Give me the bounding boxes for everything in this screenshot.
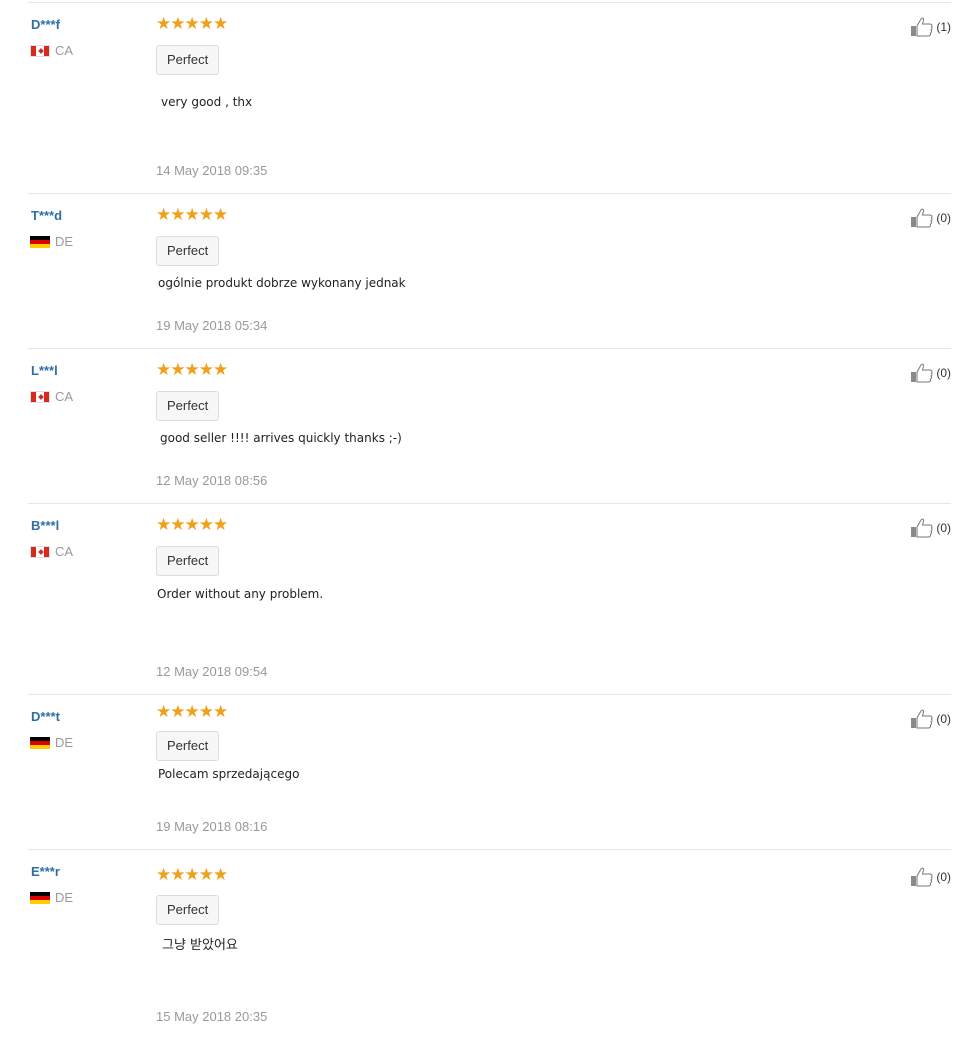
helpful-button[interactable]: (0) [910, 518, 951, 538]
rating-stars: ★★★★★ [156, 205, 228, 224]
flag-icon [30, 891, 50, 904]
review-date: 14 May 2018 09:35 [156, 163, 268, 178]
helpful-count: (0) [936, 712, 951, 726]
reviewer-country: DE [30, 234, 73, 249]
thumbs-up-icon [911, 867, 933, 887]
rating-stars: ★★★★★ [156, 702, 228, 721]
review-text: 그냥 받았어요 [162, 938, 238, 953]
reviewer-name[interactable]: D***t [31, 709, 60, 724]
flag-icon [30, 235, 50, 248]
reviewer-name[interactable]: D***f [31, 17, 60, 32]
reviewer-country: DE [30, 735, 73, 750]
review-date: 12 May 2018 08:56 [156, 473, 268, 488]
rating-stars: ★★★★★ [156, 360, 228, 379]
country-code: DE [55, 234, 74, 249]
reviewer-country: CA [30, 544, 73, 559]
helpful-button[interactable]: (0) [910, 363, 951, 383]
helpful-button[interactable]: (0) [910, 867, 951, 887]
review-text: Polecam sprzedającego [158, 767, 300, 781]
flag-icon [30, 390, 50, 403]
reviewer-country: CA [30, 389, 73, 404]
review-date: 15 May 2018 20:35 [156, 1009, 268, 1024]
review-text: ogólnie produkt dobrze wykonany jednak [158, 276, 406, 290]
review-text: very good , thx [161, 95, 253, 109]
review-item: B***l CA ★★★★★ Perfect Order without any… [28, 503, 951, 694]
review-date: 19 May 2018 05:34 [156, 318, 268, 333]
helpful-count: (0) [936, 366, 951, 380]
rating-stars: ★★★★★ [156, 865, 228, 884]
country-code: CA [55, 43, 74, 58]
reviewer-country: DE [30, 890, 73, 905]
country-code: CA [55, 389, 74, 404]
review-item: D***t DE ★★★★★ Perfect Polecam sprzedają… [28, 694, 951, 849]
reviewer-name[interactable]: E***r [31, 864, 60, 879]
helpful-count: (0) [936, 211, 951, 225]
reviewer-name[interactable]: B***l [31, 518, 59, 533]
feedback-tag: Perfect [156, 731, 220, 761]
country-code: CA [55, 544, 74, 559]
review-item: L***l CA ★★★★★ Perfect good seller !!!! … [28, 348, 951, 503]
reviewer-name[interactable]: L***l [31, 363, 58, 378]
feedback-tag: Perfect [156, 45, 220, 75]
thumbs-up-icon [911, 17, 933, 37]
feedback-tag: Perfect [156, 895, 220, 925]
helpful-count: (0) [936, 870, 951, 884]
country-code: DE [55, 735, 74, 750]
helpful-button[interactable]: (1) [910, 17, 951, 37]
country-code: DE [55, 890, 74, 905]
review-text: Order without any problem. [157, 587, 324, 601]
helpful-count: (1) [936, 20, 951, 34]
thumbs-up-icon [911, 208, 933, 228]
thumbs-up-icon [911, 363, 933, 383]
helpful-count: (0) [936, 521, 951, 535]
review-date: 19 May 2018 08:16 [156, 819, 268, 834]
review-item: T***d DE ★★★★★ Perfect ogólnie produkt d… [28, 193, 951, 348]
review-item: E***r DE ★★★★★ Perfect 그냥 받았어요 15 May 20… [28, 849, 951, 1038]
rating-stars: ★★★★★ [156, 14, 228, 33]
rating-stars: ★★★★★ [156, 515, 228, 534]
thumbs-up-icon [911, 518, 933, 538]
reviewer-name[interactable]: T***d [31, 208, 62, 223]
helpful-button[interactable]: (0) [910, 709, 951, 729]
flag-icon [30, 736, 50, 749]
feedback-tag: Perfect [156, 236, 220, 266]
helpful-button[interactable]: (0) [910, 208, 951, 228]
reviewer-country: CA [30, 43, 73, 58]
flag-icon [30, 44, 50, 57]
review-date: 12 May 2018 09:54 [156, 664, 268, 679]
flag-icon [30, 545, 50, 558]
thumbs-up-icon [911, 709, 933, 729]
review-text: good seller !!!! arrives quickly thanks … [160, 431, 402, 445]
review-item: D***f CA ★★★★★ Perfect very good , thx 1… [28, 2, 951, 193]
feedback-tag: Perfect [156, 391, 220, 421]
feedback-tag: Perfect [156, 546, 220, 576]
